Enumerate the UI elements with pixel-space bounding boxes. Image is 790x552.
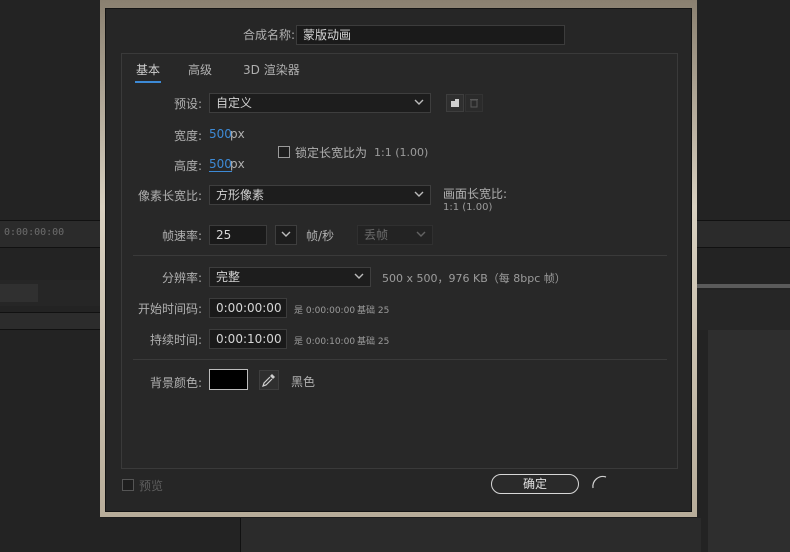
background-search-field[interactable] [0,284,38,302]
tab-3d-renderer[interactable]: 3D 渲染器 [243,61,300,78]
height-value[interactable]: 500 [209,157,232,172]
lock-aspect-label: 锁定长宽比为 [295,146,368,160]
tab-basic[interactable]: 基本 [136,61,160,78]
save-preset-icon [451,98,459,107]
drop-frame-value: 丢帧 [364,228,389,242]
bg-color-swatch[interactable] [209,369,248,390]
background-ruler-right [697,284,790,288]
bg-color-name: 黑色 [291,375,316,389]
background-timeline-bar-right [697,220,790,248]
chevron-down-icon [281,226,291,244]
dialog-body: 合成名称: 蒙版动画 基本 高级 3D 渲染器 预设: 自定义 宽度: 500 … [105,8,692,512]
preview-label: 预览 [139,479,164,493]
ok-button[interactable]: 确定 [491,474,579,494]
resolution-value: 完整 [216,270,241,284]
tab-advanced[interactable]: 高级 [188,61,212,78]
pixel-aspect-value: 方形像素 [216,188,265,202]
preview-checkbox[interactable] [122,479,134,491]
chevron-down-icon [354,268,364,286]
lock-aspect-checkbox[interactable] [278,146,290,158]
start-timecode-input[interactable]: 0:00:00:00 [209,298,287,318]
comp-name-input[interactable]: 蒙版动画 [296,25,565,45]
width-label: 宽度: [173,129,202,143]
frame-rate-label: 帧速率: [161,229,202,243]
background-ruler [0,312,100,330]
lock-aspect-ratio: 1:1 (1.00) [374,146,429,159]
preset-label: 预设: [173,97,202,111]
background-comp-panel [708,330,790,552]
background-left-panel [0,0,100,552]
width-value[interactable]: 500 [209,127,232,141]
trash-icon [470,99,478,108]
start-timecode-note: 是 0:00:00:00 [294,306,356,316]
chevron-down-icon [414,186,424,204]
start-timecode-label: 开始时间码: [137,302,202,316]
delete-preset-button[interactable] [465,94,483,112]
pixel-aspect-dropdown[interactable]: 方形像素 [209,185,431,205]
eyedropper-button[interactable] [259,370,279,390]
save-preset-button[interactable] [446,94,464,112]
frame-rate-unit: 帧/秒 [306,229,335,243]
resolution-dropdown[interactable]: 完整 [209,267,371,287]
settings-panel [121,53,678,469]
duration-label: 持续时间: [149,333,202,347]
composition-settings-dialog: 合成名称: 蒙版动画 基本 高级 3D 渲染器 预设: 自定义 宽度: 500 … [100,0,697,517]
background-bottom-bar [240,518,701,552]
resolution-label: 分辨率: [161,271,202,285]
frame-aspect-label: 画面长宽比: [443,187,508,201]
duration-input[interactable]: 0:00:10:00 [209,329,287,349]
preset-dropdown[interactable]: 自定义 [209,93,431,113]
height-unit: px [230,157,245,171]
resolution-info: 500 x 500，976 KB（每 8bpc 帧） [382,272,566,285]
frame-rate-dropdown[interactable] [275,225,297,245]
background-bottom-left [0,518,240,552]
start-timecode-base: 基础 25 [357,306,390,316]
comp-name-label: 合成名称: [242,28,295,42]
frame-aspect-value: 1:1 (1.00) [443,202,493,213]
tab-active-indicator [135,81,161,83]
pixel-aspect-label: 像素长宽比: [137,189,202,203]
frame-rate-input[interactable]: 25 [209,225,267,245]
duration-note: 是 0:00:10:00 [294,337,356,347]
background-timecode: 0:00:00:00 [4,227,65,238]
cancel-button-partial[interactable] [590,474,610,494]
drop-frame-dropdown[interactable]: 丢帧 [357,225,433,245]
height-label: 高度: [173,159,202,173]
duration-base: 基础 25 [357,337,390,347]
background-header-right [697,290,790,330]
chevron-down-icon [416,226,426,244]
section-divider [133,359,667,360]
chevron-down-icon [414,94,424,112]
bg-color-label: 背景颜色: [149,376,202,390]
width-unit: px [230,127,245,141]
preset-value: 自定义 [216,96,253,110]
section-divider [133,255,667,256]
eyedropper-icon [262,374,275,387]
